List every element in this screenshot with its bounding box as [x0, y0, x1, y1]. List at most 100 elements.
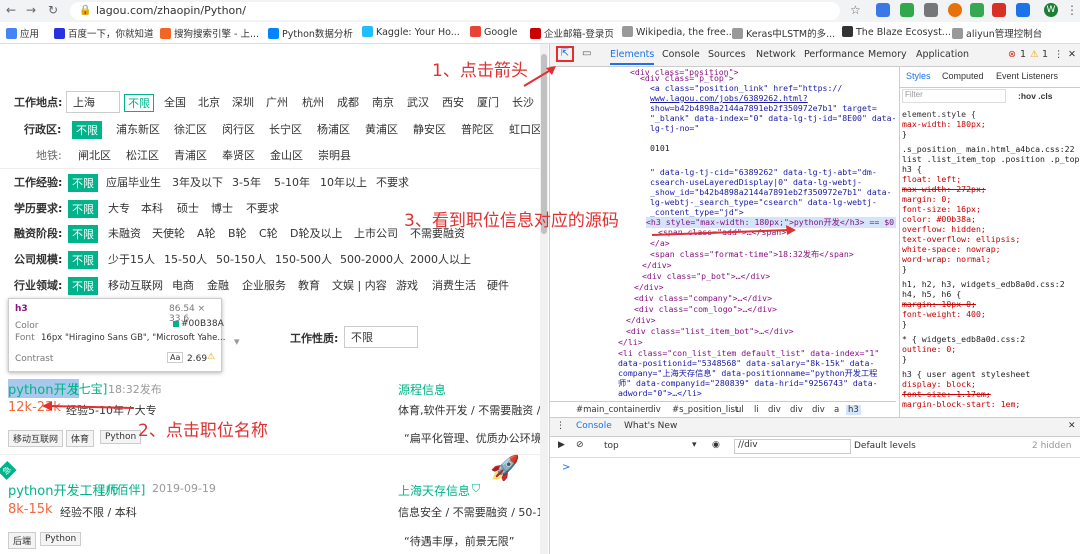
breadcrumb-item[interactable]: div — [812, 405, 825, 415]
tab-console[interactable]: Console — [662, 49, 700, 60]
breadcrumb-item[interactable]: div — [768, 405, 781, 415]
warning-count[interactable]: 1 — [1042, 49, 1048, 60]
styles-filter[interactable]: Filter — [902, 89, 1006, 103]
industry-option[interactable]: 文娱 | 内容 — [332, 277, 387, 293]
extension-icon[interactable] — [876, 3, 890, 17]
clear-console-icon[interactable]: ⊘ — [576, 440, 584, 450]
evernote-icon[interactable] — [900, 3, 914, 17]
bookmark-item[interactable]: Kaggle: Your Ho... — [362, 26, 460, 38]
css-prop[interactable]: max-width: 180px; — [902, 119, 986, 129]
size-option[interactable]: 15-50人 — [164, 251, 207, 267]
city-option[interactable]: 全国 — [164, 94, 186, 110]
dom-node[interactable]: company="上海天存信息" data-positionname="pyth… — [618, 368, 877, 379]
breadcrumb-item[interactable]: a — [834, 405, 839, 415]
city-option[interactable]: 西安 — [442, 94, 464, 110]
industry-option[interactable]: 教育 — [298, 277, 320, 293]
size-option[interactable]: 500-2000人 — [340, 251, 404, 267]
css-prop[interactable]: font-size: 16px; — [902, 204, 981, 214]
breadcrumb-item[interactable]: div — [648, 405, 661, 415]
css-prop[interactable]: max-width: 272px; — [902, 184, 986, 194]
size-option[interactable]: 少于15人 — [108, 251, 155, 267]
edu-option[interactable]: 硕士 — [177, 200, 199, 216]
error-count[interactable]: 1 — [1020, 49, 1026, 60]
district-option[interactable]: 闵行区 — [222, 121, 255, 137]
css-prop[interactable]: margin: 0; — [902, 194, 951, 204]
url-field[interactable]: 🔒 lagou.com/zhaopin/Python/ — [70, 2, 840, 20]
chevron-down-icon[interactable]: ▾ — [234, 335, 240, 348]
size-selected[interactable]: 不限 — [68, 251, 98, 269]
dom-node[interactable]: </div> — [626, 315, 656, 326]
context-select[interactable]: top — [604, 441, 619, 451]
district-option[interactable]: 长宁区 — [269, 121, 302, 137]
css-rule[interactable]: h1, h2, h3, widgets_edb8a0d.css:2 — [902, 279, 1065, 289]
css-rule[interactable]: * { widgets_edb8a0d.css:2 — [902, 334, 1025, 344]
exp-option[interactable]: 3年及以下 — [172, 174, 223, 190]
city-option[interactable]: 成都 — [337, 94, 359, 110]
chevron-down-icon[interactable]: ▾ — [692, 440, 697, 450]
tab-elements[interactable]: Elements — [610, 49, 655, 65]
css-prop[interactable]: margin: 10px 0; — [902, 299, 976, 309]
district-option[interactable]: 松江区 — [126, 147, 159, 163]
bookmark-item[interactable]: The Blaze Ecosyst... — [842, 26, 951, 38]
fund-option[interactable]: A轮 — [197, 225, 216, 241]
city-option[interactable]: 杭州 — [302, 94, 324, 110]
bookmark-item[interactable]: Google — [470, 26, 518, 38]
district-option[interactable]: 普陀区 — [461, 121, 494, 137]
dom-node[interactable]: <span class="format-time">18:32发布</span> — [650, 249, 854, 260]
district-option[interactable]: 青浦区 — [174, 147, 207, 163]
dom-node[interactable]: </div> — [634, 282, 664, 293]
tab-application[interactable]: Application — [916, 49, 969, 60]
dom-node[interactable]: 师" data-companyid="280839" data-hrid="92… — [618, 378, 878, 389]
exp-option[interactable]: 不要求 — [376, 174, 409, 190]
css-prop[interactable]: float: left; — [902, 174, 961, 184]
star-icon[interactable]: ☆ — [850, 3, 861, 17]
dom-node[interactable]: </li> — [618, 337, 643, 348]
bookmark-item[interactable]: Wikipedia, the free... — [622, 26, 735, 38]
district-option[interactable]: 静安区 — [413, 121, 446, 137]
dom-node[interactable]: " data-lg-tj-cid="6389262" data-lg-tj-ab… — [650, 167, 877, 178]
fund-option[interactable]: 上市公司 — [354, 225, 398, 241]
bookmark-item[interactable]: aliyun管理控制台 — [952, 26, 1042, 40]
eye-icon[interactable]: ◉ — [712, 440, 720, 450]
bookmark-item[interactable]: 企业邮箱-登录页 — [530, 26, 614, 40]
company-link[interactable]: 源程信息 — [398, 381, 446, 398]
city-option[interactable]: 厦门 — [477, 94, 499, 110]
exp-option[interactable]: 10年以上 — [320, 174, 367, 190]
district-option[interactable]: 奉贤区 — [222, 147, 255, 163]
tab-computed[interactable]: Computed — [942, 71, 984, 81]
extension-icon[interactable] — [970, 3, 984, 17]
dom-node[interactable]: _show_id="b42b4898a2144a7891eb2f350972e7… — [650, 187, 892, 198]
bookmark-item[interactable]: 应用 — [6, 26, 39, 40]
error-icon[interactable]: ⊗ — [1008, 49, 1016, 60]
district-option[interactable]: 崇明县 — [318, 147, 351, 163]
company-link[interactable]: 上海天存信息 — [398, 482, 470, 499]
close-icon[interactable]: ✕ — [1068, 421, 1076, 431]
industry-selected[interactable]: 不限 — [68, 277, 98, 295]
extension-icon[interactable] — [948, 3, 962, 17]
tab-event-listeners[interactable]: Event Listeners — [996, 71, 1058, 81]
extension-icon[interactable] — [992, 3, 1006, 17]
city-option[interactable]: 广州 — [266, 94, 288, 110]
breadcrumb-item[interactable]: h3 — [846, 405, 861, 415]
page-scrollbar[interactable] — [540, 44, 548, 554]
breadcrumb-item[interactable]: #s_position_list — [672, 405, 738, 415]
warning-icon[interactable]: ⚠ — [1030, 49, 1039, 60]
console-filter-input[interactable]: //div — [734, 439, 851, 454]
industry-option[interactable]: 企业服务 — [242, 277, 286, 293]
more-icon[interactable]: ⋮ — [1054, 49, 1064, 60]
metro-label[interactable]: 地铁: — [36, 147, 62, 163]
fund-option[interactable]: 天使轮 — [152, 225, 185, 241]
dom-node[interactable]: 0101 — [650, 143, 670, 154]
city-option[interactable]: 南京 — [372, 94, 394, 110]
exp-selected[interactable]: 不限 — [68, 174, 98, 192]
dom-node[interactable]: lg-webtj-_search_type="csearch" data-lg-… — [650, 197, 877, 208]
dom-node[interactable]: data-positionid="5348568" data-salary="8… — [618, 358, 874, 369]
css-prop[interactable]: white-space: nowrap; — [902, 244, 1001, 254]
breadcrumb-item[interactable]: ul — [736, 405, 744, 415]
city-option[interactable]: 武汉 — [407, 94, 429, 110]
exp-option[interactable]: 应届毕业生 — [106, 174, 161, 190]
district-selected[interactable]: 不限 — [72, 121, 102, 139]
css-rule[interactable]: .s_position_ main.html_a4bca.css:22 — [902, 144, 1075, 154]
dom-node[interactable]: <li class="con_list_item default_list" d… — [618, 348, 879, 359]
css-prop[interactable]: word-wrap: normal; — [902, 254, 991, 264]
